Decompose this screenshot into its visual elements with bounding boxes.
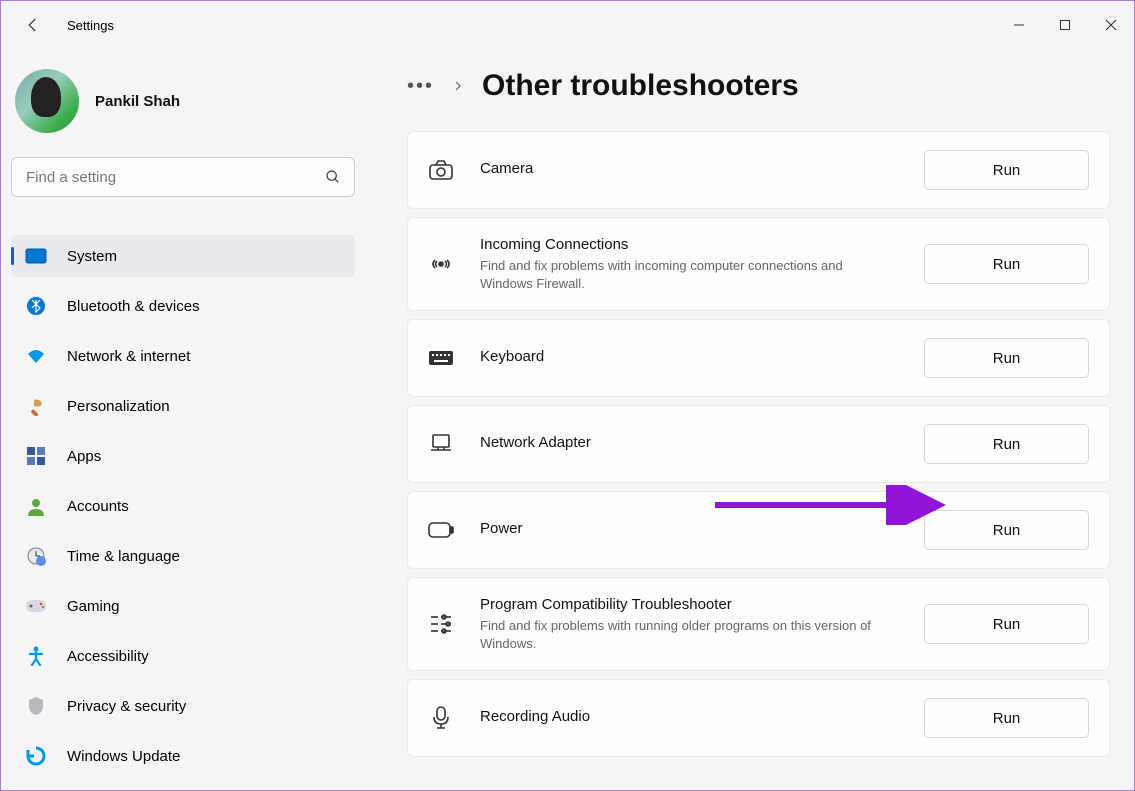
incoming-icon [428, 251, 454, 277]
chevron-right-icon [452, 80, 464, 92]
search-wrapper [11, 157, 355, 197]
privacy-icon [25, 695, 47, 717]
sidebar-item-personalization[interactable]: Personalization [11, 385, 355, 427]
sidebar-item-label: Bluetooth & devices [67, 298, 200, 315]
sidebar-item-gaming[interactable]: Gaming [11, 585, 355, 627]
troubleshooter-card-incoming: Incoming Connections Find and fix proble… [407, 217, 1110, 311]
user-name: Pankil Shah [95, 93, 180, 110]
run-button[interactable]: Run [924, 244, 1089, 284]
card-title: Program Compatibility Troubleshooter [480, 596, 898, 613]
troubleshooter-card-mic: Recording Audio Run [407, 679, 1110, 757]
card-title: Recording Audio [480, 708, 898, 725]
personalization-icon [25, 395, 47, 417]
sidebar-item-label: Gaming [67, 598, 120, 615]
run-button[interactable]: Run [924, 338, 1089, 378]
search-input[interactable] [11, 157, 355, 197]
sidebar-item-label: Network & internet [67, 348, 190, 365]
power-icon [428, 517, 454, 543]
window-controls [996, 9, 1134, 41]
accounts-icon [25, 495, 47, 517]
sidebar-item-update[interactable]: Windows Update [11, 735, 355, 777]
sidebar-item-network[interactable]: Network & internet [11, 335, 355, 377]
mic-icon [428, 705, 454, 731]
sidebar-item-label: Time & language [67, 548, 180, 565]
user-profile[interactable]: Pankil Shah [15, 69, 363, 133]
breadcrumb: ••• Other troubleshooters [407, 69, 1110, 103]
keyboard-icon [428, 345, 454, 371]
back-button[interactable] [17, 9, 49, 41]
nav-list: System Bluetooth & devices Network & inter… [11, 235, 363, 785]
run-button[interactable]: Run [924, 698, 1089, 738]
sidebar: Pankil Shah System Bluetooth & devices Net… [1, 49, 363, 790]
sidebar-item-label: Apps [67, 448, 101, 465]
card-title: Camera [480, 160, 898, 177]
sidebar-item-label: Personalization [67, 398, 170, 415]
window-title: Settings [67, 18, 114, 33]
card-title: Network Adapter [480, 434, 898, 451]
troubleshooter-card-program: Program Compatibility Troubleshooter Fin… [407, 577, 1110, 671]
annotation-arrow [715, 485, 965, 525]
update-icon [25, 745, 47, 767]
sidebar-item-privacy[interactable]: Privacy & security [11, 685, 355, 727]
back-arrow-icon [24, 16, 42, 34]
sidebar-item-apps[interactable]: Apps [11, 435, 355, 477]
run-button[interactable]: Run [924, 604, 1089, 644]
card-title: Keyboard [480, 348, 898, 365]
sidebar-item-accounts[interactable]: Accounts [11, 485, 355, 527]
search-icon [325, 169, 341, 185]
camera-icon [428, 157, 454, 183]
maximize-button[interactable] [1042, 9, 1088, 41]
sidebar-item-label: Accounts [67, 498, 129, 515]
troubleshooter-card-camera: Camera Run [407, 131, 1110, 209]
sidebar-item-accessibility[interactable]: Accessibility [11, 635, 355, 677]
sidebar-item-system[interactable]: System [11, 235, 355, 277]
accessibility-icon [25, 645, 47, 667]
adapter-icon [428, 431, 454, 457]
card-title: Incoming Connections [480, 236, 898, 253]
gaming-icon [25, 595, 47, 617]
main-content: ••• Other troubleshooters Camera Run Inc… [363, 49, 1134, 790]
program-icon [428, 611, 454, 637]
sidebar-item-label: Accessibility [67, 648, 149, 665]
close-button[interactable] [1088, 9, 1134, 41]
sidebar-item-label: Privacy & security [67, 698, 186, 715]
breadcrumb-ellipsis[interactable]: ••• [407, 75, 434, 98]
bluetooth-icon [25, 295, 47, 317]
sidebar-item-time[interactable]: Time & language [11, 535, 355, 577]
sidebar-item-label: Windows Update [67, 748, 180, 765]
system-icon [25, 245, 47, 267]
troubleshooter-list: Camera Run Incoming Connections Find and… [407, 131, 1110, 757]
sidebar-item-label: System [67, 248, 117, 265]
minimize-button[interactable] [996, 9, 1042, 41]
page-title: Other troubleshooters [482, 69, 799, 103]
time-icon [25, 545, 47, 567]
apps-icon [25, 445, 47, 467]
troubleshooter-card-keyboard: Keyboard Run [407, 319, 1110, 397]
run-button[interactable]: Run [924, 150, 1089, 190]
card-description: Find and fix problems with running older… [480, 617, 898, 652]
card-description: Find and fix problems with incoming comp… [480, 257, 898, 292]
sidebar-item-bluetooth[interactable]: Bluetooth & devices [11, 285, 355, 327]
run-button[interactable]: Run [924, 424, 1089, 464]
avatar [15, 69, 79, 133]
troubleshooter-card-adapter: Network Adapter Run [407, 405, 1110, 483]
titlebar: Settings [1, 1, 1134, 49]
network-icon [25, 345, 47, 367]
